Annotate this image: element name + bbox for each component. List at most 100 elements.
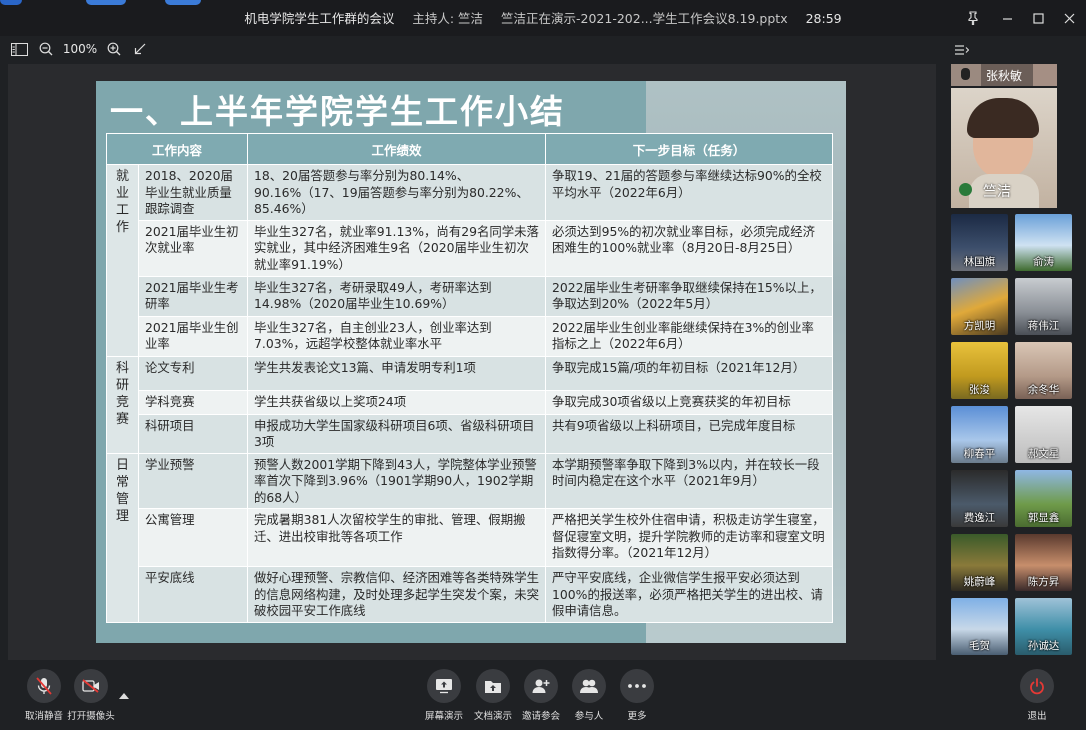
cell-goal: 严守平安底线，企业微信学生报平安必须达到100%的报送率，必须严格把关学生的进出… xyxy=(545,566,834,623)
slide-heading: 一、上半年学院学生工作小结 xyxy=(110,92,565,131)
participant-tile[interactable]: 余冬华 xyxy=(1015,342,1072,399)
cell-result: 毕业生327名，考研录取49人，考研率达到14.98%（2020届毕业生10.6… xyxy=(247,275,547,317)
cell-goal: 共有9项省级以上科研项目，已完成年度目标 xyxy=(545,413,834,454)
active-speaker-name: 竺洁 xyxy=(983,184,1011,200)
cell-result: 做好心理预警、宗教信仰、经济困难等各类特殊学生的信息网络构建，及时处理多起学生突… xyxy=(247,566,547,623)
table-row: 2021届毕业生初次就业率 毕业生327名，就业率91.13%，尚有29名同学未落… xyxy=(107,219,834,277)
cell-goal: 2022届毕业生考研率争取继续保持在15%以上，争取达到20%（2022年5月） xyxy=(545,275,834,317)
cell-goal: 严格把关学生校外住宿申请，积极走访学生寝室，督促寝室文明，提升学院教师的走访率和… xyxy=(545,508,834,567)
category-cell: 科研竞赛 xyxy=(106,355,139,454)
exit-fullscreen-icon[interactable] xyxy=(131,39,149,59)
meeting-title: 机电学院学生工作群的会议 xyxy=(244,11,395,26)
participant-name: 费逸江 xyxy=(963,512,996,524)
participant-sidebar: 张秋敏 竺洁 林国旗 俞涛方凯明 蒋伟江张浚 余冬华柳春平 郝文星费逸江 郭显鑫姚蔚峰 陈方… xyxy=(945,36,1086,660)
participant-name: 方凯明 xyxy=(963,320,996,332)
cell-result: 申报成功大学生国家级科研项目6项、省级科研项目3项 xyxy=(247,413,547,454)
participant-name: 余冬华 xyxy=(1027,384,1060,396)
participant-name: 柳春平 xyxy=(963,448,996,460)
participant-name: 毛贺 xyxy=(969,640,990,652)
cell-result: 毕业生327名，就业率91.13%，尚有29名同学未落实就业，其中经济困难生9名… xyxy=(247,219,547,277)
participant-name: 孙诚达 xyxy=(1027,640,1060,652)
cell-goal: 争取完成30项省级以上竞赛获奖的年初目标 xyxy=(545,389,834,415)
participant-name: 陈方昇 xyxy=(1027,576,1060,588)
cell-item: 科研项目 xyxy=(137,413,249,454)
more-button[interactable]: 更多 xyxy=(607,669,667,722)
table-row: 公寓管理 完成暑期381人次留校学生的审批、管理、假期搬迁、进出校审批等各项工作严… xyxy=(107,508,834,567)
pin-icon[interactable] xyxy=(956,0,990,36)
sharing-label: 竺洁正在演示-2021-202...学生工作会议8.19.pptx xyxy=(501,11,788,26)
cell-item: 2018、2020届毕业生就业质量跟踪调查 xyxy=(137,164,249,221)
participant-name: 郝文星 xyxy=(1027,448,1060,460)
participant-tile[interactable]: 柳春平 xyxy=(951,406,1008,463)
cell-item: 公寓管理 xyxy=(137,508,249,567)
cell-goal: 2022届毕业生创业率能继续保持在3%的创业率指标之上（2022年6月） xyxy=(545,315,834,357)
active-speaker-video[interactable]: 竺洁 xyxy=(951,88,1057,208)
table-row: 科研竞赛 论文专利 学生共发表论文13篇、申请发明专利1项 争取完成15篇/项的年初目… xyxy=(106,355,834,454)
participant-name: 张浚 xyxy=(969,384,990,396)
meeting-controls: 取消静音 打开摄像头 屏幕演示 文档演示 邀请参会 参与人 更多 退出 xyxy=(0,660,1086,730)
speaker-name: 张秋敏 xyxy=(985,69,1022,83)
participant-tile[interactable]: 郝文星 xyxy=(1015,406,1072,463)
camera-button[interactable]: 打开摄像头 xyxy=(61,669,121,722)
zoom-level: 100% xyxy=(62,42,98,56)
elapsed-time: 28:59 xyxy=(805,11,842,26)
leave-label: 退出 xyxy=(1027,711,1047,722)
title-bar: 机电学院学生工作群的会议 主持人: 竺洁 竺洁正在演示-2021-202...学… xyxy=(0,0,1086,36)
category-cell: 日常管理 xyxy=(106,452,139,623)
summary-table: 工作内容 工作绩效 下一步目标（任务） 就业工作 2018、2020届毕业生就业质… xyxy=(105,133,834,623)
sidebar-toggle-icon[interactable] xyxy=(9,39,29,59)
cell-result: 学生共获省级以上奖项24项 xyxy=(247,389,547,415)
table-row: 日常管理 学业预警 预警人数2001学期下降到43人，学院整体学业预警率首次下降到3… xyxy=(106,452,834,623)
participant-tile[interactable]: 孙诚达 xyxy=(1015,598,1072,655)
table-row: 2021届毕业生创业率 毕业生327名，自主创业23人，创业率达到7.03%，远超… xyxy=(107,315,834,357)
participant-name: 俞涛 xyxy=(1033,256,1054,268)
caret-up-icon[interactable] xyxy=(119,684,129,703)
maximize-icon[interactable] xyxy=(1021,0,1055,36)
zoom-out-icon[interactable] xyxy=(37,39,55,59)
cell-result: 完成暑期381人次留校学生的审批、管理、假期搬迁、进出校审批等各项工作 xyxy=(247,508,547,567)
participant-tile[interactable]: 陈方昇 xyxy=(1015,534,1072,591)
participant-tile[interactable]: 方凯明 xyxy=(951,278,1008,335)
cell-goal: 本学期预警率争取下降到3%以内，并在较长一段时间内稳定在这个水平（2021年9月… xyxy=(545,452,834,509)
header-work-content: 工作内容 xyxy=(105,133,249,165)
participant-list-toggle-icon[interactable] xyxy=(955,41,970,60)
cell-item: 学业预警 xyxy=(137,452,249,509)
speaker-strip[interactable]: 张秋敏 xyxy=(951,64,1057,86)
leave-button[interactable]: 退出 xyxy=(1007,669,1067,722)
participant-tile[interactable]: 费逸江 xyxy=(951,470,1008,527)
participant-tile[interactable]: 毛贺 xyxy=(951,598,1008,655)
shared-slide: 一、上半年学院学生工作小结 工作内容 工作绩效 下一步目标（任务） 就业工作 20… xyxy=(96,81,846,643)
participant-tile[interactable]: 张浚 xyxy=(951,342,1008,399)
table-row: 平安底线 做好心理预警、宗教信仰、经济困难等各类特殊学生的信息网络构建，及时处理多… xyxy=(107,566,834,623)
minimize-icon[interactable] xyxy=(990,0,1024,36)
table-row: 科研项目 申报成功大学生国家级科研项目6项、省级科研项目3项 共有9项省级以上科研项… xyxy=(107,413,834,454)
table-row: 就业工作 2018、2020届毕业生就业质量跟踪调查 18、20届答题参与率分别为8… xyxy=(106,164,834,357)
participant-name: 姚蔚峰 xyxy=(963,576,996,588)
close-icon[interactable] xyxy=(1052,0,1086,36)
header-performance: 工作绩效 xyxy=(247,133,547,165)
participant-tile[interactable]: 林国旗 xyxy=(951,214,1008,271)
cell-goal: 必须达到95%的初次就业率目标，必须完成经济困难生的100%就业率（8月20日-… xyxy=(545,219,834,277)
participant-name: 蒋伟江 xyxy=(1027,320,1060,332)
presentation-toolbar: 100% xyxy=(0,36,945,62)
cell-item: 2021届毕业生初次就业率 xyxy=(137,219,249,277)
zoom-in-icon[interactable] xyxy=(105,39,123,59)
participant-tile[interactable]: 郭显鑫 xyxy=(1015,470,1072,527)
table-row: 学科竞赛 学生共获省级以上奖项24项 争取完成30项省级以上竞赛获奖的年初目标 xyxy=(107,389,834,415)
participant-tile[interactable]: 蒋伟江 xyxy=(1015,278,1072,335)
cell-result: 学生共发表论文13篇、申请发明专利1项 xyxy=(247,355,547,391)
more-label: 更多 xyxy=(627,711,647,722)
participant-name: 郭显鑫 xyxy=(1027,512,1060,524)
camera-label: 打开摄像头 xyxy=(67,711,115,722)
category-cell: 就业工作 xyxy=(106,164,139,357)
table-row: 2021届毕业生考研率 毕业生327名，考研录取49人，考研率达到14.98%（2… xyxy=(107,275,834,317)
participant-tile[interactable]: 俞涛 xyxy=(1015,214,1072,271)
cell-result: 18、20届答题参与率分别为80.14%、90.16%（17、19届答题参与率分… xyxy=(247,164,547,221)
cell-goal: 争取19、21届的答题参与率继续达标90%的全校平均水平（2022年6月） xyxy=(545,164,834,221)
header-next-goal: 下一步目标（任务） xyxy=(545,133,834,165)
participant-name: 林国旗 xyxy=(963,256,996,268)
window-title: 机电学院学生工作群的会议 主持人: 竺洁 竺洁正在演示-2021-202...学… xyxy=(0,0,1086,36)
cell-item: 学科竞赛 xyxy=(137,389,249,415)
cell-item: 论文专利 xyxy=(137,355,249,391)
participant-tile[interactable]: 姚蔚峰 xyxy=(951,534,1008,591)
